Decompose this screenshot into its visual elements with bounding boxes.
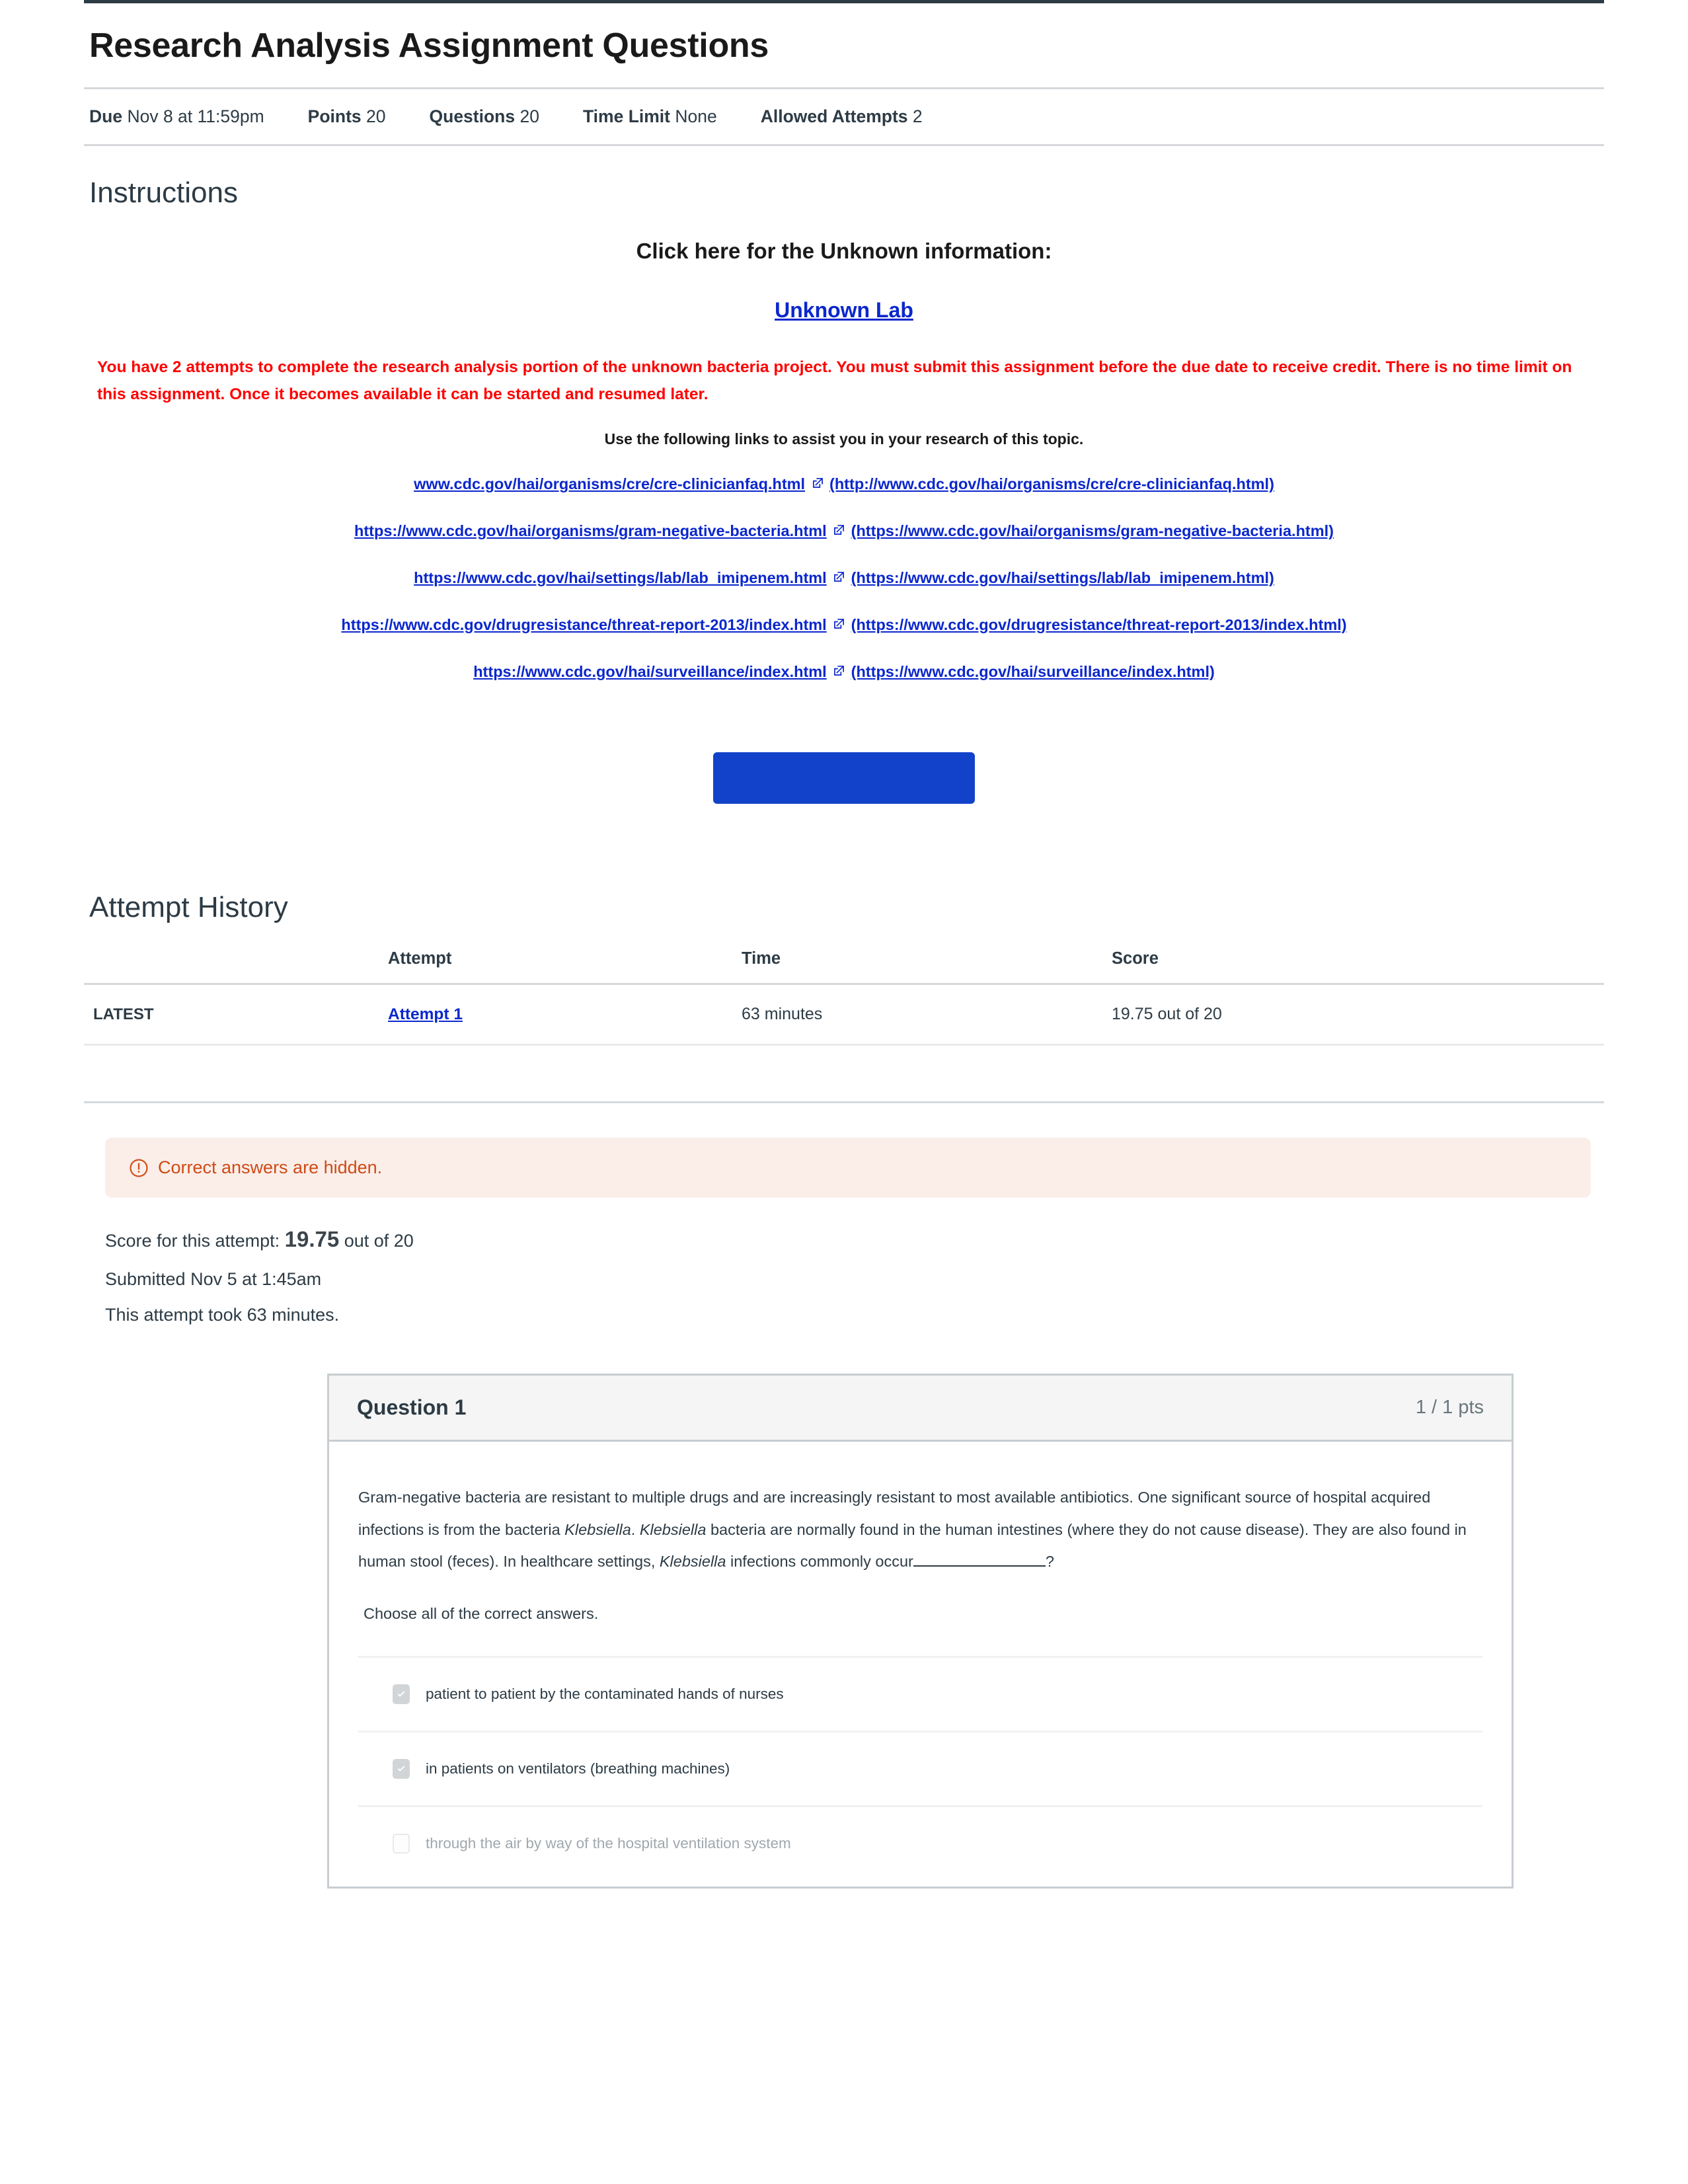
- table-row: LATEST Attempt 1 63 minutes 19.75 out of…: [84, 984, 1604, 1046]
- meta-allowed-attempts: Allowed Attempts 2: [761, 106, 923, 127]
- instructions-heading: Instructions: [89, 176, 238, 210]
- take-quiz-button[interactable]: [713, 752, 975, 804]
- meta-points: Points 20: [308, 106, 386, 127]
- attempt-history-table: Attempt Time Score LATEST Attempt 1 63 m…: [84, 943, 1604, 1046]
- resource-link-3-paren[interactable]: (https://www.cdc.gov/hai/settings/lab/la…: [851, 569, 1274, 586]
- meta-time-limit-value: None: [675, 106, 717, 127]
- attempts-warning-text: You have 2 attempts to complete the rese…: [97, 358, 1572, 403]
- external-link-icon: [812, 477, 824, 488]
- row-time: 63 minutes: [742, 984, 1112, 1046]
- choose-all-instruction: Choose all of the correct answers.: [364, 1605, 599, 1622]
- answer-option-1[interactable]: patient to patient by the contaminated h…: [358, 1656, 1482, 1731]
- question-text-seg-2: .: [631, 1520, 640, 1538]
- attempt-history-bottom-divider: [84, 1101, 1604, 1104]
- resource-link-4[interactable]: https://www.cdc.gov/drugresistance/threa…: [341, 616, 826, 633]
- click-here-text: Click here for the Unknown information:: [636, 239, 1052, 264]
- hidden-answers-alert: Correct answers are hidden.: [105, 1138, 1591, 1198]
- resource-link-2[interactable]: https://www.cdc.gov/hai/organisms/gram-n…: [354, 522, 827, 539]
- question-text-seg-5: ?: [1045, 1552, 1054, 1570]
- question-body: Gram-negative bacteria are resistant to …: [329, 1442, 1512, 1887]
- attempt-result-summary: Score for this attempt: 19.75 out of 20 …: [105, 1218, 1604, 1333]
- col-time: Time: [742, 943, 1112, 986]
- unknown-lab-link[interactable]: Unknown Lab: [775, 298, 913, 323]
- col-score: Score: [1112, 943, 1604, 986]
- external-link-icon: [833, 571, 845, 582]
- meta-points-label: Points: [307, 106, 362, 127]
- external-link-icon: [833, 524, 845, 535]
- score-value: 19.75: [284, 1227, 340, 1252]
- answer-option-1-label: patient to patient by the contaminated h…: [426, 1686, 784, 1702]
- col-marker: [84, 943, 388, 986]
- meta-allowed-attempts-value: 2: [912, 106, 923, 127]
- meta-questions-value: 20: [519, 106, 539, 127]
- meta-due-label: Due: [89, 106, 123, 127]
- meta-points-value: 20: [366, 106, 386, 127]
- meta-time-limit-label: Time Limit: [582, 106, 670, 127]
- question-card-1: Question 1 1 / 1 pts Gram-negative bacte…: [327, 1374, 1514, 1889]
- meta-questions-label: Questions: [429, 106, 516, 127]
- fill-in-blank: [913, 1565, 1046, 1567]
- question-header: Question 1 1 / 1 pts: [329, 1376, 1512, 1442]
- resource-link-5-paren[interactable]: (https://www.cdc.gov/hai/surveillance/in…: [851, 663, 1215, 680]
- table-header-row: Attempt Time Score: [84, 943, 1604, 986]
- submitted-line: Submitted Nov 5 at 1:45am: [105, 1269, 322, 1290]
- row-marker: LATEST: [84, 984, 388, 1046]
- meta-due-value: Nov 8 at 11:59pm: [127, 106, 264, 127]
- hidden-answers-alert-text: Correct answers are hidden.: [158, 1157, 383, 1178]
- resource-link-1[interactable]: www.cdc.gov/hai/organisms/cre/cre-clinic…: [414, 475, 805, 492]
- score-line: Score for this attempt: 19.75 out of 20: [105, 1218, 1604, 1261]
- score-suffix: out of 20: [344, 1231, 414, 1251]
- use-links-text: Use the following links to assist you in…: [604, 430, 1084, 448]
- row-attempt-cell: Attempt 1: [388, 984, 742, 1046]
- meta-allowed-attempts-label: Allowed Attempts: [760, 106, 908, 127]
- row-score: 19.75 out of 20: [1112, 984, 1604, 1046]
- resource-link-row: https://www.cdc.gov/drugresistance/threa…: [91, 614, 1597, 636]
- resource-link-4-paren[interactable]: (https://www.cdc.gov/drugresistance/thre…: [851, 616, 1347, 633]
- answer-option-3-label: through the air by way of the hospital v…: [426, 1835, 791, 1852]
- score-label: Score for this attempt:: [105, 1231, 280, 1251]
- question-text: Gram-negative bacteria are resistant to …: [358, 1481, 1482, 1577]
- checkbox-checked-icon[interactable]: [393, 1759, 410, 1779]
- answer-option-3[interactable]: through the air by way of the hospital v…: [358, 1805, 1482, 1880]
- attempt-1-link[interactable]: Attempt 1: [388, 1005, 463, 1023]
- resource-link-5[interactable]: https://www.cdc.gov/hai/surveillance/ind…: [473, 663, 827, 680]
- resource-link-3[interactable]: https://www.cdc.gov/hai/settings/lab/lab…: [414, 569, 827, 586]
- unknown-lab-link-wrap: Unknown Lab: [91, 298, 1597, 354]
- resource-link-row: https://www.cdc.gov/hai/settings/lab/lab…: [91, 567, 1597, 589]
- answer-list: patient to patient by the contaminated h…: [358, 1656, 1482, 1880]
- resource-link-2-paren[interactable]: (https://www.cdc.gov/hai/organisms/gram-…: [851, 522, 1334, 539]
- question-text-seg-4: infections commonly occur: [726, 1552, 913, 1570]
- question-italic-3: Klebsiella: [659, 1552, 726, 1570]
- assignment-meta-bar: Due Nov 8 at 11:59pm Points 20 Questions…: [84, 89, 1604, 147]
- duration-line: This attempt took 63 minutes.: [105, 1305, 340, 1325]
- meta-due: Due Nov 8 at 11:59pm: [89, 106, 264, 127]
- attempt-history-heading: Attempt History: [89, 891, 288, 924]
- external-link-icon: [833, 618, 845, 629]
- question-points: 1 / 1 pts: [1415, 1397, 1484, 1419]
- meta-time-limit: Time Limit None: [583, 106, 717, 127]
- col-attempt: Attempt: [388, 943, 742, 986]
- question-title: Question 1: [357, 1395, 467, 1420]
- instructions-body: Click here for the Unknown information: …: [84, 239, 1604, 804]
- meta-questions: Questions 20: [430, 106, 539, 127]
- answer-option-2[interactable]: in patients on ventilators (breathing ma…: [358, 1731, 1482, 1805]
- checkbox-unchecked-icon[interactable]: [393, 1834, 410, 1853]
- external-link-icon: [833, 665, 845, 676]
- quiz-results-page: Research Analysis Assignment Questions D…: [0, 0, 1688, 2184]
- resource-link-row: https://www.cdc.gov/hai/organisms/gram-n…: [91, 520, 1597, 542]
- answer-option-2-label: in patients on ventilators (breathing ma…: [426, 1760, 730, 1777]
- resource-link-1-paren[interactable]: (http://www.cdc.gov/hai/organisms/cre/cr…: [829, 475, 1274, 492]
- resource-link-row: https://www.cdc.gov/hai/surveillance/ind…: [91, 661, 1597, 683]
- checkbox-checked-icon[interactable]: [393, 1684, 410, 1704]
- question-italic-2: Klebsiella: [639, 1520, 707, 1538]
- warning-circle-icon: [129, 1158, 149, 1178]
- question-italic-1: Klebsiella: [564, 1520, 631, 1538]
- page-title: Research Analysis Assignment Questions: [89, 26, 769, 65]
- resource-link-row: www.cdc.gov/hai/organisms/cre/cre-clinic…: [91, 473, 1597, 495]
- page-top-divider: [84, 0, 1604, 3]
